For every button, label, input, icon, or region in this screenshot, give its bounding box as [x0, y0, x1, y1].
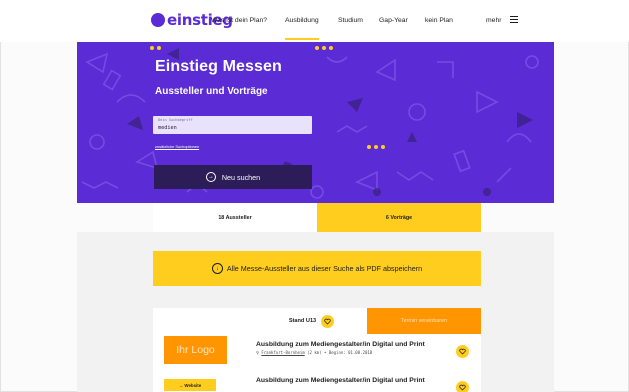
- search-value: medien: [158, 125, 177, 131]
- job-title[interactable]: Ausbildung zum Mediengestalter/in Digita…: [256, 341, 476, 348]
- hero-title: Einstieg Messen: [155, 58, 282, 75]
- more-search-options-link[interactable]: zusätzliche Suchoptionen: [155, 144, 199, 149]
- arrow-right-icon: →: [205, 172, 216, 182]
- nav-item-kein-plan[interactable]: kein Plan: [425, 17, 453, 24]
- nav-item-plan[interactable]: Was ist dein Plan?: [211, 17, 267, 24]
- website-button[interactable]: → Website: [164, 379, 216, 391]
- stand-label: Stand U13: [288, 318, 317, 324]
- confetti-pattern: [81, 46, 539, 199]
- search-button-label: Neu suchen: [221, 172, 261, 182]
- job-details: (2 km) • Beginn: 01.08.2018: [307, 350, 373, 355]
- tab-talks[interactable]: 6 Vorträge: [317, 203, 481, 232]
- search-input[interactable]: Dein Suchbegriff medien: [153, 116, 312, 134]
- favorite-heart-icon[interactable]: [321, 314, 335, 328]
- job-location[interactable]: Frankfurt-Bornheim: [261, 350, 304, 355]
- hamburger-icon[interactable]: [510, 16, 518, 23]
- logo-dot-icon: [151, 13, 165, 27]
- job-title[interactable]: Ausbildung zum Mediengestalter/in Digita…: [256, 377, 476, 384]
- nav-more[interactable]: mehr: [486, 17, 502, 24]
- pdf-download-label: Alle Messe-Aussteller aus dieser Suche a…: [226, 264, 423, 273]
- tab-exhibitors[interactable]: 18 Aussteller: [153, 203, 317, 232]
- top-navigation: einstieg Was ist dein Plan? Ausbildung S…: [0, 0, 629, 42]
- favorite-heart-icon[interactable]: [456, 345, 469, 358]
- favorite-heart-icon[interactable]: [456, 381, 469, 392]
- hero-banner: Einstieg Messen Aussteller und Vorträge …: [77, 42, 554, 203]
- job-meta: ⚲ Frankfurt-Bornheim (2 km) • Beginn: 01…: [256, 350, 476, 355]
- search-label: Dein Suchbegriff: [158, 118, 193, 122]
- exhibitor-card: Stand U13 Termin vereinbaren Ihr Logo → …: [153, 308, 481, 392]
- download-icon: ↓: [211, 263, 223, 274]
- nav-item-ausbildung[interactable]: Ausbildung: [285, 17, 319, 40]
- company-logo-placeholder: Ihr Logo: [164, 336, 227, 364]
- appointment-button[interactable]: Termin vereinbaren: [367, 308, 481, 334]
- list-item[interactable]: Ausbildung zum Mediengestalter/in Digita…: [256, 341, 476, 358]
- hero-subtitle: Aussteller und Vorträge: [155, 86, 268, 97]
- nav-item-studium[interactable]: Studium: [338, 17, 363, 24]
- stand-info: Stand U13: [256, 308, 367, 334]
- list-item[interactable]: Ausbildung zum Mediengestalter/in Digita…: [256, 377, 476, 392]
- search-button[interactable]: → Neu suchen: [154, 165, 312, 189]
- nav-item-gap-year[interactable]: Gap-Year: [379, 17, 408, 24]
- pdf-download-button[interactable]: ↓ Alle Messe-Aussteller aus dieser Suche…: [153, 251, 481, 286]
- location-pin-icon: ⚲: [256, 350, 259, 355]
